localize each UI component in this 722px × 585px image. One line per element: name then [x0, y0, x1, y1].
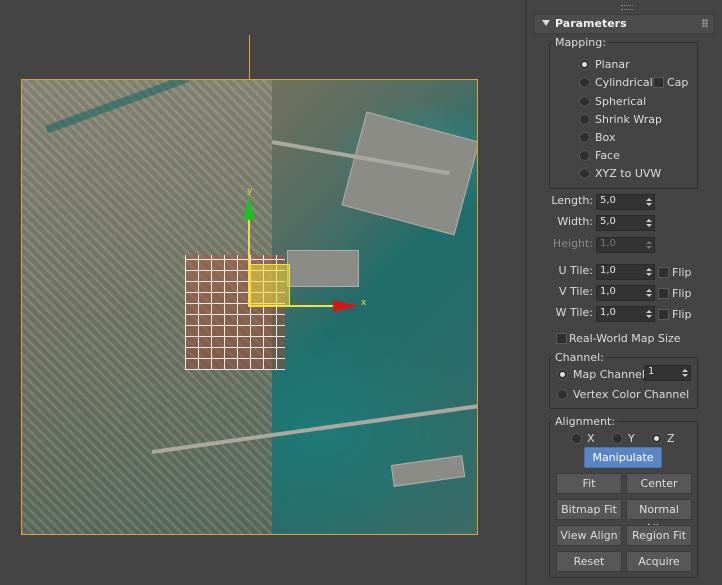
- view-align-button[interactable]: View Align: [556, 525, 622, 546]
- radio-vertex-color[interactable]: [557, 389, 568, 400]
- radio-align-z[interactable]: [651, 433, 662, 444]
- v-tile-spinner[interactable]: 1,0: [596, 285, 655, 301]
- collapse-triangle-icon: [542, 20, 550, 26]
- label-shrink-wrap: Shrink Wrap: [595, 113, 662, 126]
- label-box: Box: [595, 131, 616, 144]
- u-flip-label: Flip: [672, 266, 692, 279]
- map-channel-label: Map Channel:: [573, 368, 649, 381]
- width-spinner[interactable]: 5,0: [596, 215, 655, 231]
- map-channel-value: 1: [648, 366, 655, 377]
- label-spherical: Spherical: [595, 95, 647, 108]
- y-axis-label: y: [247, 186, 253, 196]
- length-label: Length:: [551, 194, 593, 207]
- radio-spherical[interactable]: [579, 96, 590, 107]
- command-panel: Parameters Mapping: Planar Cylindrical C…: [527, 0, 722, 585]
- fit-button[interactable]: Fit: [556, 473, 622, 494]
- v-flip-checkbox[interactable]: [658, 288, 669, 299]
- radio-planar[interactable]: [579, 59, 590, 70]
- island-south: [390, 455, 466, 487]
- w-tile-spinner[interactable]: 1,0: [596, 306, 655, 322]
- island-north: [287, 250, 359, 287]
- manipulate-button[interactable]: Manipulate: [584, 447, 662, 468]
- radio-align-y[interactable]: [612, 433, 623, 444]
- acquire-button[interactable]: Acquire: [626, 551, 692, 572]
- cap-checkbox[interactable]: [653, 77, 664, 88]
- x-axis-arrow[interactable]: [333, 300, 359, 312]
- x-axis-label: x: [361, 298, 367, 308]
- y-axis-arrow[interactable]: [243, 196, 255, 220]
- port-island: [341, 111, 477, 236]
- u-flip-checkbox[interactable]: [658, 267, 669, 278]
- grip-handle[interactable]: [621, 5, 633, 10]
- length-spinner[interactable]: 5,0: [596, 194, 655, 210]
- radio-shrink-wrap[interactable]: [579, 114, 590, 125]
- label-cylindrical: Cylindrical: [595, 76, 653, 89]
- radio-align-x[interactable]: [571, 433, 582, 444]
- real-world-checkbox[interactable]: [556, 333, 567, 344]
- channel-label: Channel:: [553, 351, 606, 364]
- selected-faces: [250, 264, 290, 306]
- mapping-label: Mapping:: [553, 36, 608, 49]
- viewport[interactable]: y x: [0, 0, 525, 585]
- align-x-label: X: [587, 432, 595, 445]
- v-tile-value: 1,0: [600, 286, 616, 297]
- parameters-rollout-header[interactable]: Parameters: [533, 14, 715, 34]
- u-tile-label: U Tile:: [558, 264, 593, 277]
- spinner-arrows-icon[interactable]: [646, 216, 652, 230]
- length-value: 5,0: [600, 195, 616, 206]
- w-tile-value: 1,0: [600, 307, 616, 318]
- width-label: Width:: [557, 215, 593, 228]
- radio-face[interactable]: [579, 150, 590, 161]
- alignment-label: Alignment:: [553, 415, 618, 428]
- spinner-arrows-icon[interactable]: [646, 195, 652, 209]
- spinner-arrows-icon[interactable]: [682, 366, 688, 380]
- u-tile-value: 1,0: [600, 265, 616, 276]
- v-flip-label: Flip: [672, 287, 692, 300]
- height-spinner[interactable]: 1,0: [596, 237, 655, 253]
- bitmap-fit-button[interactable]: Bitmap Fit: [556, 499, 622, 520]
- width-value: 5,0: [600, 216, 616, 227]
- region-fit-button[interactable]: Region Fit: [626, 525, 692, 546]
- spinner-arrows-icon[interactable]: [646, 286, 652, 300]
- radio-box[interactable]: [579, 132, 590, 143]
- radio-cylindrical[interactable]: [579, 77, 590, 88]
- align-z-label: Z: [667, 432, 675, 445]
- cap-label: Cap: [667, 76, 689, 89]
- reset-button[interactable]: Reset: [556, 551, 622, 572]
- spinner-arrows-icon[interactable]: [646, 265, 652, 279]
- rollout-title: Parameters: [555, 17, 627, 30]
- real-world-label: Real-World Map Size: [569, 332, 681, 345]
- w-flip-label: Flip: [672, 308, 692, 321]
- radio-map-channel[interactable]: [557, 369, 568, 380]
- center-button[interactable]: Center: [626, 473, 692, 494]
- label-face: Face: [595, 149, 620, 162]
- gizmo-top-line: [249, 35, 250, 79]
- label-xyz-to-uvw: XYZ to UVW: [595, 167, 662, 180]
- height-value: 1,0: [600, 238, 616, 249]
- drag-dots-icon: [702, 19, 708, 27]
- align-y-label: Y: [628, 432, 635, 445]
- u-tile-spinner[interactable]: 1,0: [596, 264, 655, 280]
- spinner-arrows-icon[interactable]: [646, 307, 652, 321]
- normal-align-button[interactable]: Normal Align: [626, 499, 692, 535]
- height-label: Height:: [552, 237, 593, 250]
- radio-xyz-to-uvw[interactable]: [579, 168, 590, 179]
- vertex-color-label: Vertex Color Channel: [573, 388, 690, 401]
- w-tile-label: W Tile:: [555, 306, 593, 319]
- map-channel-spinner[interactable]: 1: [644, 365, 691, 381]
- spinner-arrows-icon[interactable]: [646, 238, 652, 252]
- v-tile-label: V Tile:: [559, 285, 593, 298]
- x-axis-line: [248, 305, 340, 307]
- label-planar: Planar: [595, 58, 630, 71]
- w-flip-checkbox[interactable]: [658, 309, 669, 320]
